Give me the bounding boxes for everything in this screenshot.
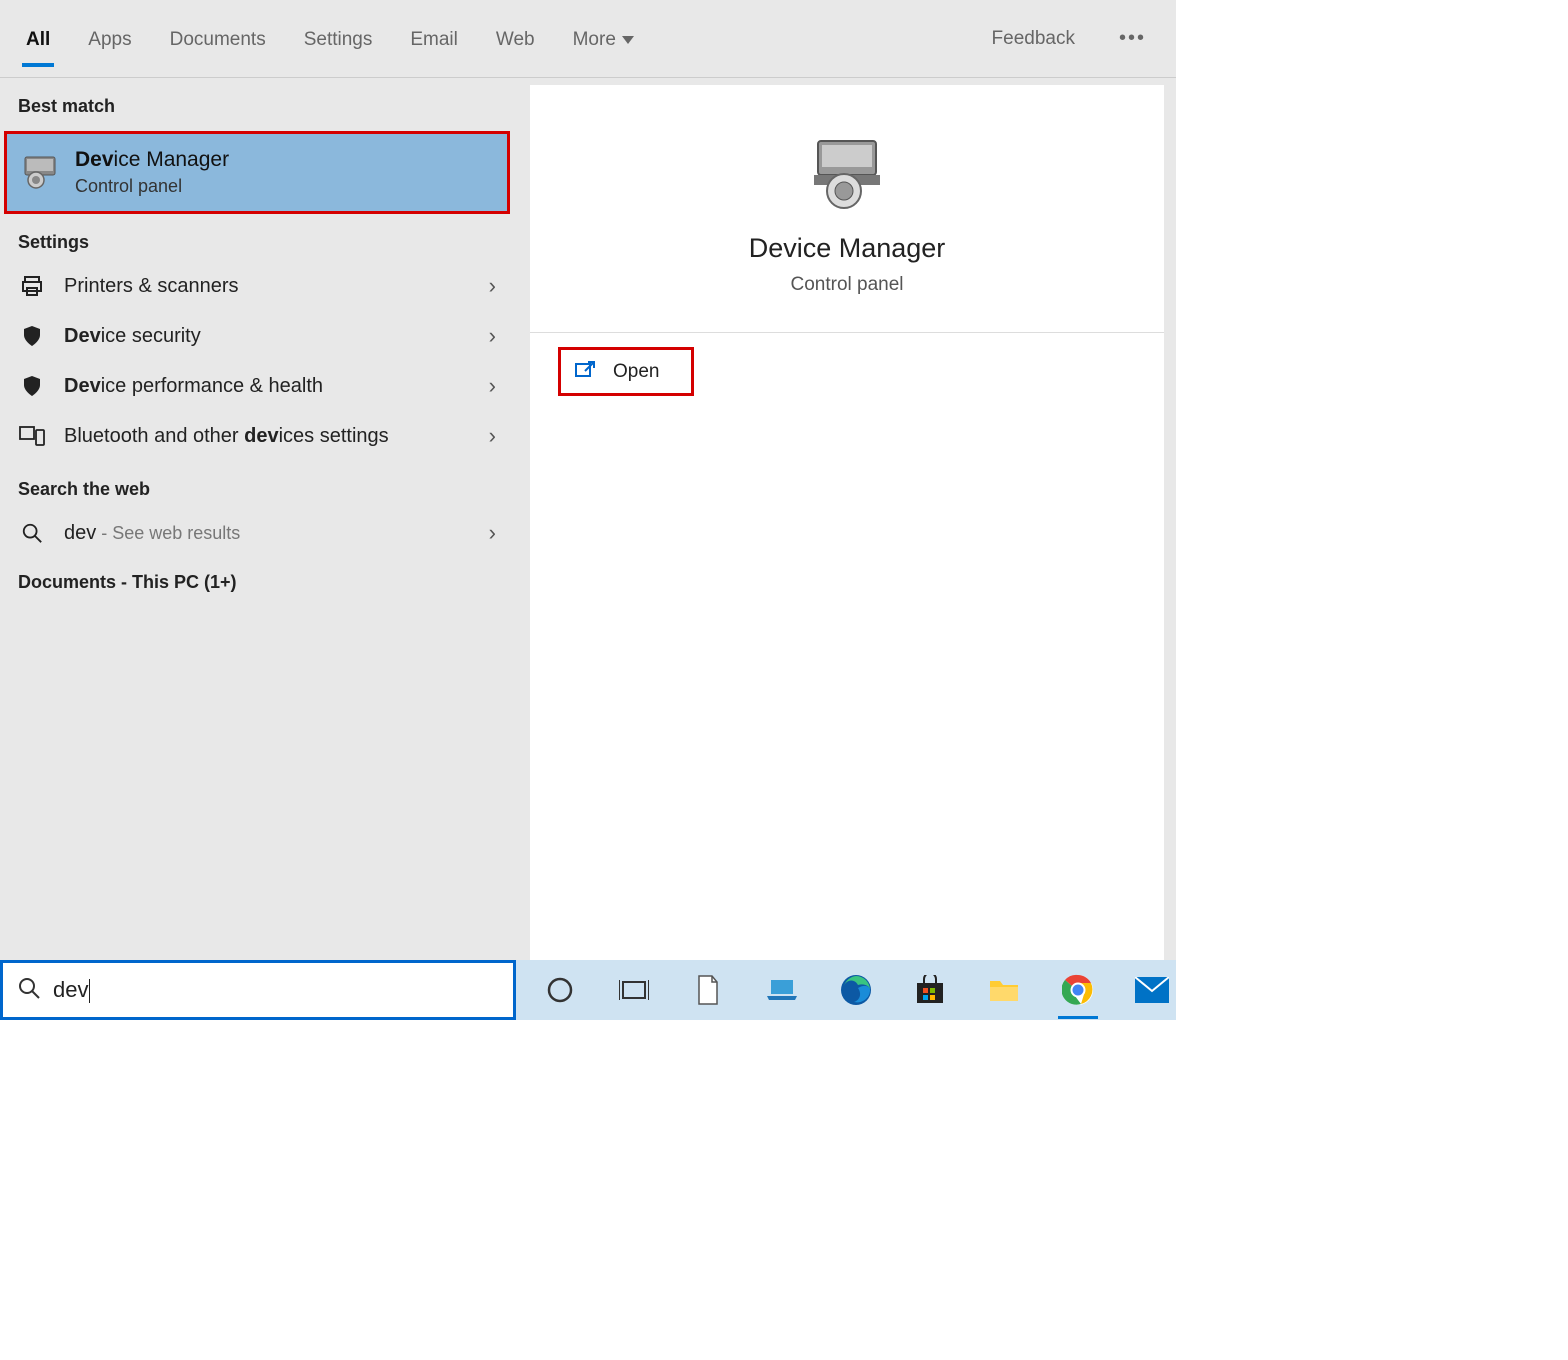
shield-icon	[18, 324, 46, 348]
taskbar-mail-icon[interactable]	[1132, 970, 1172, 1010]
section-documents: Documents - This PC (1+)	[0, 558, 514, 601]
taskbar-document-icon[interactable]	[688, 970, 728, 1010]
tab-more-label: More	[573, 29, 616, 51]
best-match-subtitle: Control panel	[75, 176, 229, 197]
taskbar-explorer-icon[interactable]	[984, 970, 1024, 1010]
tab-documents[interactable]: Documents	[166, 11, 270, 67]
taskbar	[516, 960, 1176, 1020]
tab-settings[interactable]: Settings	[300, 11, 377, 67]
tab-email[interactable]: Email	[406, 11, 462, 67]
section-settings: Settings	[0, 214, 514, 261]
taskbar-taskview-icon[interactable]	[614, 970, 654, 1010]
devices-icon	[18, 425, 46, 447]
best-match-title: Device Manager	[75, 148, 229, 172]
result-bluetooth-devices[interactable]: Bluetooth and other devices settings ›	[0, 411, 514, 461]
tab-apps[interactable]: Apps	[84, 11, 135, 67]
result-printers-scanners[interactable]: Printers & scanners ›	[0, 261, 514, 311]
taskbar-store-icon[interactable]	[910, 970, 950, 1010]
more-options-icon[interactable]: •••	[1111, 27, 1154, 50]
search-input[interactable]: dev	[0, 960, 516, 1020]
result-label: Device security	[64, 325, 471, 348]
chevron-right-icon: ›	[489, 273, 496, 299]
detail-subtitle: Control panel	[530, 274, 1164, 296]
chevron-right-icon: ›	[489, 373, 496, 399]
chevron-right-icon: ›	[489, 423, 496, 449]
result-web-search[interactable]: dev - See web results ›	[0, 508, 514, 558]
result-label: Printers & scanners	[64, 275, 471, 298]
feedback-link[interactable]: Feedback	[986, 28, 1081, 50]
open-icon	[575, 360, 597, 383]
tab-web[interactable]: Web	[492, 11, 539, 67]
search-query-text: dev	[53, 977, 90, 1003]
best-match-result[interactable]: Device Manager Control panel	[4, 131, 510, 214]
windows-search-panel: All Apps Documents Settings Email Web Mo…	[0, 0, 1176, 960]
result-device-performance[interactable]: Device performance & health ›	[0, 361, 514, 411]
detail-pane: Device Manager Control panel Open	[530, 85, 1164, 960]
taskbar-chrome-icon[interactable]	[1058, 970, 1098, 1010]
open-label: Open	[613, 361, 659, 383]
search-icon	[17, 976, 41, 1005]
chevron-right-icon: ›	[489, 520, 496, 546]
detail-title: Device Manager	[530, 233, 1164, 264]
result-label: Device performance & health	[64, 375, 471, 398]
open-action[interactable]: Open	[558, 347, 694, 396]
search-icon	[18, 522, 46, 544]
tab-all[interactable]: All	[22, 11, 54, 67]
chevron-right-icon: ›	[489, 323, 496, 349]
shield-icon	[18, 374, 46, 398]
taskbar-edge-icon[interactable]	[836, 970, 876, 1010]
section-best-match: Best match	[0, 78, 514, 125]
printer-icon	[18, 274, 46, 298]
results-list: Best match Device Manager Control panel	[0, 78, 514, 960]
result-label: dev - See web results	[64, 522, 471, 545]
result-device-security[interactable]: Device security ›	[0, 311, 514, 361]
device-manager-icon	[21, 155, 61, 191]
taskbar-cortana-icon[interactable]	[540, 970, 580, 1010]
tab-more[interactable]: More	[569, 11, 638, 67]
chevron-down-icon	[622, 36, 634, 44]
section-search-web: Search the web	[0, 461, 514, 508]
device-manager-large-icon	[804, 137, 890, 213]
filter-tabs: All Apps Documents Settings Email Web Mo…	[0, 0, 1176, 78]
result-label: Bluetooth and other devices settings	[64, 425, 471, 448]
taskbar-laptop-icon[interactable]	[762, 970, 802, 1010]
